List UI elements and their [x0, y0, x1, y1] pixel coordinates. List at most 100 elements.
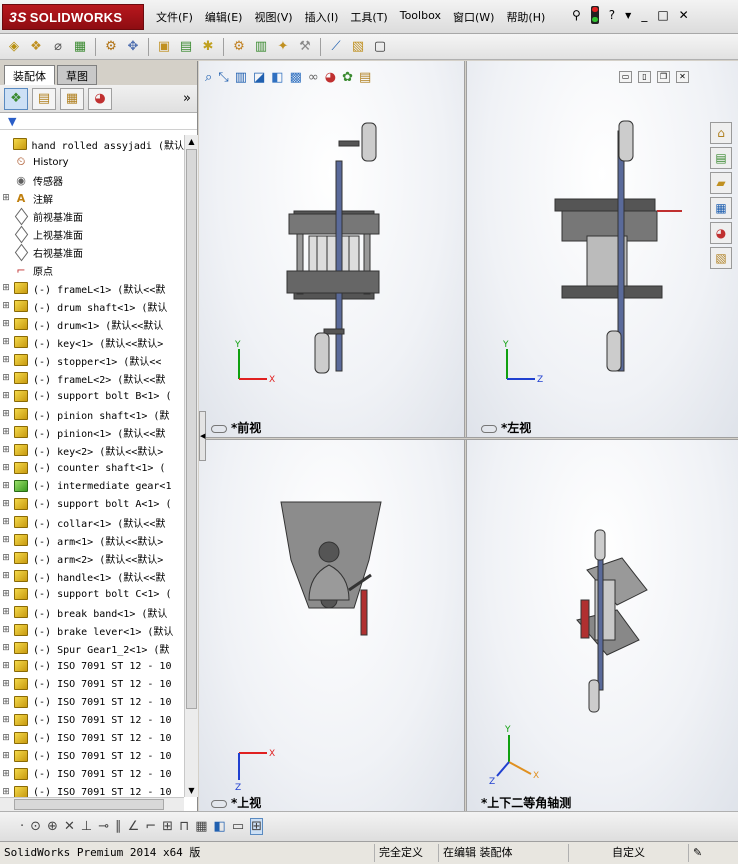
viewport-front[interactable]: Y X *前视	[199, 61, 464, 437]
rebuild-status-icon[interactable]	[590, 6, 599, 24]
instant3d-icon[interactable]: ▢	[370, 37, 390, 57]
smart-fasteners-icon[interactable]: ⚙	[101, 37, 121, 57]
perpendicular-icon[interactable]: ⊥	[81, 819, 92, 834]
filter-icon[interactable]: ▼	[8, 115, 20, 128]
grid-snap-icon[interactable]: ⊞	[162, 819, 173, 834]
expand-icon[interactable]: ⊞	[0, 499, 12, 509]
scroll-down-icon[interactable]: ▼	[185, 784, 198, 797]
tree-item[interactable]: ⊞ (-) arm<2> (默认<<默认>	[0, 549, 184, 567]
reference-geometry-icon[interactable]: ✱	[198, 37, 218, 57]
four-view-icon[interactable]: ⊞	[250, 818, 264, 835]
tree-item[interactable]: ⊞ (-) ISO 7091 ST 12 - 10	[0, 765, 184, 783]
expand-icon[interactable]: ⊞	[0, 481, 12, 491]
tree-item[interactable]: ⊞ (-) stopper<1> (默认<<	[0, 351, 184, 369]
expand-icon[interactable]: ⊞	[0, 355, 12, 365]
view-palette-icon[interactable]: ▦	[710, 197, 732, 219]
tree-item[interactable]: ⊞ (-) pinion shaft<1> (默	[0, 405, 184, 423]
expand-icon[interactable]: ⊞	[0, 715, 12, 725]
close-view-icon[interactable]: ✕	[676, 71, 689, 83]
intersection-icon[interactable]: ✕	[64, 819, 75, 834]
expand-icon[interactable]: ⊞	[0, 337, 12, 347]
link-views-icon[interactable]	[211, 799, 227, 808]
tree-item[interactable]: ⌐ 原点	[0, 261, 184, 279]
tree-item[interactable]: ⊞ (-) break band<1> (默认	[0, 603, 184, 621]
tree-item[interactable]: ⊞ (-) support bolt C<1> (	[0, 585, 184, 603]
tree-filter-bar[interactable]: ▼	[0, 113, 197, 130]
linear-pattern-icon[interactable]: ▦	[70, 37, 90, 57]
tree-item[interactable]: ⊞ (-) ISO 7091 ST 12 - 10	[0, 657, 184, 675]
view-orientation-icon[interactable]: ◧	[271, 70, 283, 85]
expand-icon[interactable]: ⊞	[0, 643, 12, 653]
tree-item[interactable]: ⊞ (-) collar<1> (默认<<默	[0, 513, 184, 531]
tree-item[interactable]: ⊞ A 注解	[0, 189, 184, 207]
tree-item[interactable]: ⊞ (-) ISO 7091 ST 12 - 10	[0, 711, 184, 729]
menu-help[interactable]: 帮助(H)	[500, 7, 551, 27]
viewport-dimetric[interactable]: Y X Z *上下二等角轴测	[467, 440, 738, 811]
apply-scene-icon[interactable]: ✿	[342, 70, 353, 85]
solidworks-logo[interactable]: 3S SOLIDWORKS	[2, 4, 144, 30]
hscroll-thumb[interactable]	[14, 799, 164, 810]
explode-line-sketch-icon[interactable]: ⚒	[295, 37, 315, 57]
tree-item[interactable]: 上视基准面	[0, 225, 184, 243]
tree-item[interactable]: ⊞ (-) key<1> (默认<<默认>	[0, 333, 184, 351]
expand-icon[interactable]: ⊞	[0, 427, 12, 437]
quadrant-icon[interactable]: ⌐	[145, 819, 156, 834]
tree-item[interactable]: ⊞ (-) support bolt A<1> (	[0, 495, 184, 513]
viewport-splitter-vertical[interactable]	[464, 61, 467, 811]
menu-file[interactable]: 文件(F)	[150, 7, 199, 27]
pin-icon[interactable]: ⚲	[572, 8, 581, 22]
property-manager-icon[interactable]: ▤	[32, 87, 56, 110]
assembly-features-icon[interactable]: ▤	[176, 37, 196, 57]
maximize-button[interactable]: □	[657, 8, 668, 22]
tree-item[interactable]: ⊞ (-) frameL<1> (默认<<默	[0, 279, 184, 297]
previous-view-icon[interactable]: ▥	[235, 70, 247, 85]
expand-icon[interactable]: ⊞	[0, 373, 12, 383]
tree-item[interactable]: ◉ 传感器	[0, 171, 184, 189]
expand-icon[interactable]: ⊞	[0, 697, 12, 707]
point-icon[interactable]: ·	[20, 819, 24, 834]
move-component-icon[interactable]: ✥	[123, 37, 143, 57]
tree-item[interactable]: 右视基准面	[0, 243, 184, 261]
section-view-icon[interactable]: ◪	[253, 70, 265, 85]
file-explorer-icon[interactable]: ▰	[710, 172, 732, 194]
split-horizontal-icon[interactable]: ▭	[619, 71, 632, 83]
link-views-icon[interactable]	[211, 424, 227, 433]
tree-item[interactable]: ⊞ (-) Spur Gear1_2<1> (默	[0, 639, 184, 657]
dropdown-icon[interactable]: ▼	[625, 11, 631, 20]
zoom-to-fit-icon[interactable]: ⌕	[205, 70, 212, 85]
expand-icon[interactable]: ⊞	[0, 535, 12, 545]
tree-item[interactable]: ⊞ (-) key<2> (默认<<默认>	[0, 441, 184, 459]
new-motion-study-icon[interactable]: ⚙	[229, 37, 249, 57]
bill-of-materials-icon[interactable]: ▥	[251, 37, 271, 57]
tree-item[interactable]: ⊞ (-) support bolt B<1> (	[0, 387, 184, 405]
expand-icon[interactable]: ⊞	[0, 679, 12, 689]
3d-view-icon[interactable]: ◧	[214, 819, 226, 834]
configuration-manager-icon[interactable]: ▦	[60, 87, 84, 110]
tree-item[interactable]: ⊞ (-) ISO 7091 ST 12 - 10	[0, 675, 184, 693]
scroll-up-icon[interactable]: ▲	[185, 135, 198, 148]
expand-icon[interactable]: ⊞	[0, 571, 12, 581]
tree-item[interactable]: ⊞ (-) ISO 7091 ST 12 - 10	[0, 783, 184, 797]
expand-icon[interactable]: ⊞	[0, 589, 12, 599]
display-manager-icon[interactable]: ◕	[88, 87, 112, 110]
viewport-label-top[interactable]: *上视	[211, 794, 261, 811]
viewport-label-front[interactable]: *前视	[211, 419, 261, 436]
angle-icon[interactable]: ∠	[128, 819, 140, 834]
expand-icon[interactable]: ⊞	[0, 625, 12, 635]
show-hidden-icon[interactable]: ▣	[154, 37, 174, 57]
insert-component-icon[interactable]: ❖	[26, 37, 46, 57]
measure-icon[interactable]: ⊓	[179, 819, 189, 834]
expand-icon[interactable]: ⊞	[0, 751, 12, 761]
tree-vertical-scrollbar[interactable]: ▲ ▼	[184, 135, 198, 797]
tree-item[interactable]: ⊞ (-) arm<1> (默认<<默认>	[0, 531, 184, 549]
menu-window[interactable]: 窗口(W)	[447, 7, 500, 27]
panel-collapse-handle[interactable]: ◀	[199, 411, 206, 461]
expand-icon[interactable]: ⊞	[0, 607, 12, 617]
restore-view-icon[interactable]: ❐	[657, 71, 670, 83]
tree-item[interactable]: ⊞ (-) drum<1> (默认<<默认	[0, 315, 184, 333]
tree-item[interactable]: ⊞ (-) counter shaft<1> (	[0, 459, 184, 477]
panel-expand-icon[interactable]: »	[183, 91, 191, 106]
expand-icon[interactable]: ⊞	[0, 733, 12, 743]
tree-item[interactable]: ⊞ (-) ISO 7091 ST 12 - 10	[0, 693, 184, 711]
tree-horizontal-scrollbar[interactable]	[0, 797, 184, 811]
